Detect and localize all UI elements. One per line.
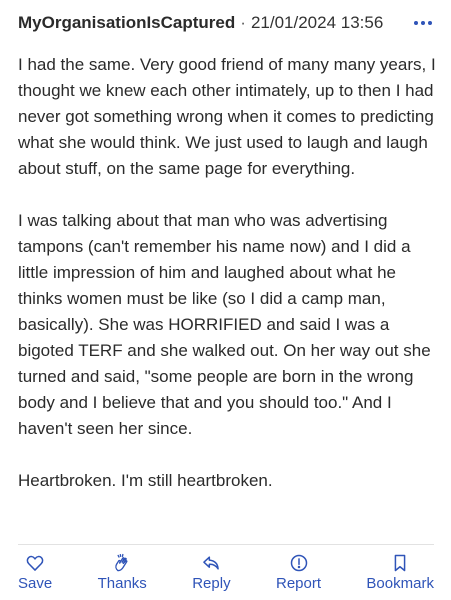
reply-arrow-icon [203, 556, 220, 570]
post-actions-bar: Save Thanks Reply Report Bookmark [18, 553, 434, 597]
bookmark-icon [394, 554, 406, 572]
dot [421, 21, 425, 25]
post-timestamp: 21/01/2024 13:56 [250, 13, 384, 32]
post-paragraph: Heartbroken. I'm still heartbroken. [18, 471, 273, 490]
post-paragraph: I was talking about that man who was adv… [18, 211, 431, 438]
post-author[interactable]: MyOrganisationIsCaptured [18, 13, 235, 33]
heart-icon [26, 555, 44, 571]
save-button[interactable]: Save [18, 553, 52, 597]
post-header: MyOrganisationIsCaptured · 21/01/2024 13… [18, 11, 438, 35]
reply-label: Reply [192, 575, 231, 592]
bookmark-label: Bookmark [366, 575, 434, 592]
post-body: I had the same. Very good friend of many… [18, 52, 438, 520]
clap-icon [115, 553, 128, 572]
dot [414, 21, 418, 25]
bookmark-button[interactable]: Bookmark [366, 553, 434, 597]
report-button[interactable]: Report [276, 553, 321, 597]
reply-button[interactable]: Reply [192, 553, 231, 597]
save-label: Save [18, 575, 53, 592]
exclamation-circle-icon [290, 554, 307, 572]
header-separator: · [240, 13, 246, 32]
report-label: Report [275, 575, 322, 592]
dot [428, 21, 432, 25]
divider [18, 544, 434, 545]
more-options-icon[interactable] [414, 14, 432, 32]
thanks-label: Thanks [97, 575, 147, 592]
thanks-button[interactable]: Thanks [98, 553, 147, 597]
post-paragraph: I had the same. Very good friend of many… [18, 55, 436, 178]
